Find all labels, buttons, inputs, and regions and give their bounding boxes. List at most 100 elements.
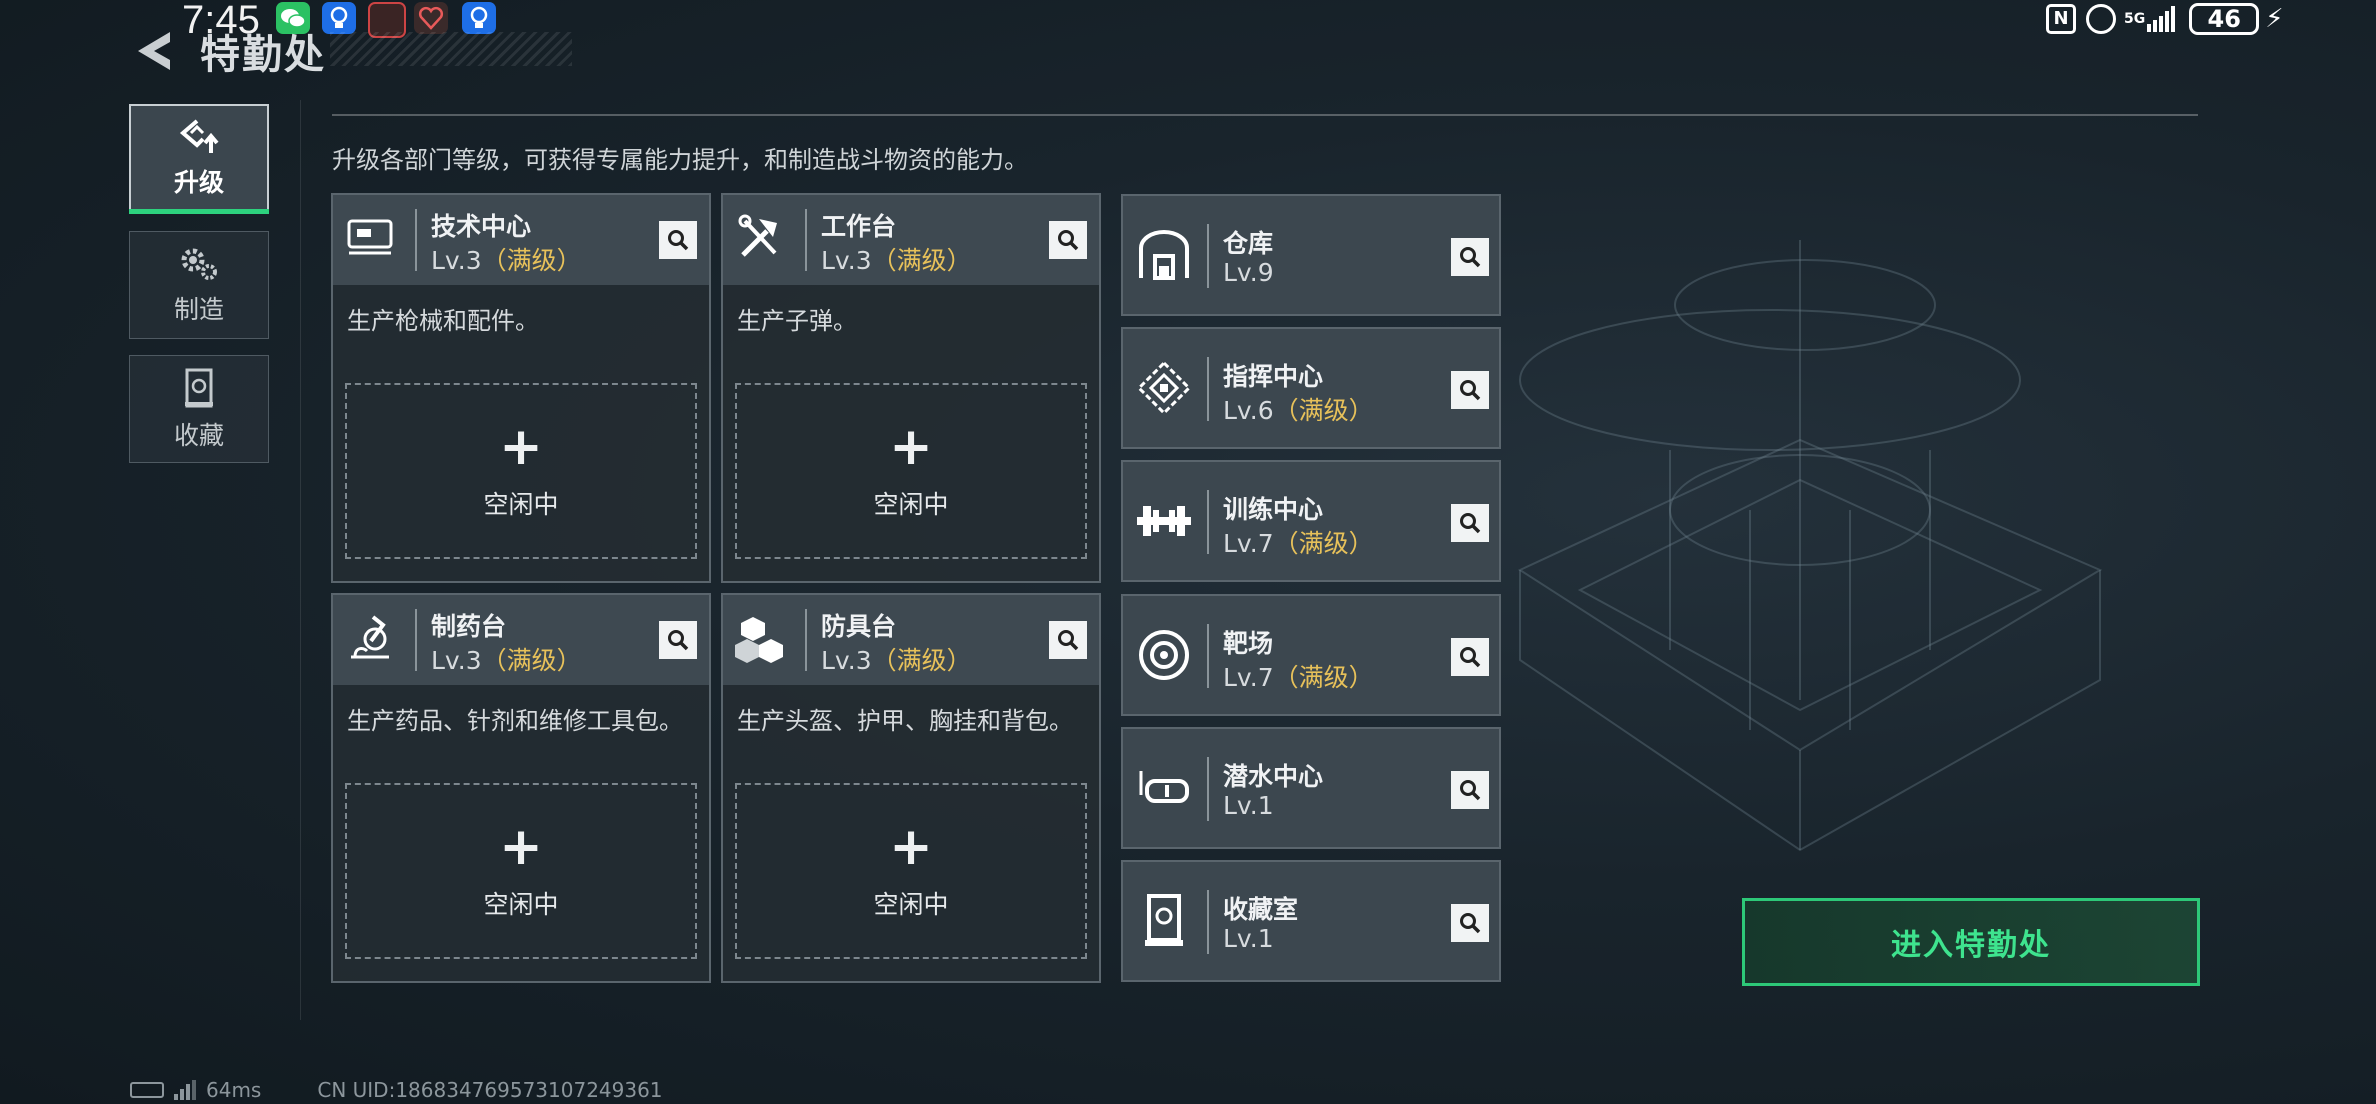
slot-status: 空闲中 bbox=[873, 490, 949, 519]
card-header: 制药台 Lv.3（满级） bbox=[333, 595, 709, 685]
enter-button-label: 进入特勤处 bbox=[1891, 928, 2051, 963]
magnifier-icon bbox=[668, 230, 689, 251]
workstation-name: 防具台 bbox=[821, 612, 897, 641]
workstation-description: 生产子弹。 bbox=[737, 307, 857, 335]
production-slot[interactable]: + 空闲中 bbox=[345, 783, 697, 959]
card-divider bbox=[415, 609, 417, 671]
level-value: Lv.7 bbox=[1223, 529, 1274, 558]
battery-level: 46 bbox=[2207, 5, 2241, 33]
facility-card-diving-center[interactable]: 潜水中心 Lv.1 bbox=[1121, 727, 1501, 849]
production-slot[interactable]: + 空闲中 bbox=[735, 383, 1087, 559]
facility-level: Lv.9 bbox=[1223, 258, 1274, 287]
magnifier-icon bbox=[668, 630, 689, 651]
details-button[interactable] bbox=[1049, 221, 1087, 259]
section-description: 升级各部门等级，可获得专属能力提升，和制造战斗物资的能力。 bbox=[332, 146, 1028, 174]
facility-card-command-center[interactable]: 指挥中心 Lv.6（满级） bbox=[1121, 327, 1501, 449]
facility-level: Lv.7（满级） bbox=[1223, 658, 1374, 694]
command-center-icon bbox=[1136, 360, 1192, 416]
add-icon: + bbox=[499, 817, 543, 877]
workstation-name: 技术中心 bbox=[431, 212, 532, 241]
add-icon: + bbox=[889, 817, 933, 877]
slot-status: 空闲中 bbox=[483, 490, 559, 519]
card-divider bbox=[1207, 357, 1209, 421]
gears-icon bbox=[181, 248, 217, 280]
workstation-card-workbench[interactable]: 工作台 Lv.3（满级） 生产子弹。 + 空闲中 bbox=[721, 193, 1101, 583]
tab-collection[interactable]: 收藏 bbox=[129, 355, 269, 463]
level-value: Lv.3 bbox=[821, 246, 872, 275]
details-button[interactable] bbox=[1451, 238, 1489, 276]
workbench-icon bbox=[738, 214, 777, 257]
enter-special-ops-button[interactable]: 进入特勤处 bbox=[1742, 898, 2200, 986]
details-button[interactable] bbox=[1451, 904, 1489, 942]
alarm-icon bbox=[2086, 4, 2116, 34]
facility-name: 训练中心 bbox=[1223, 495, 1324, 524]
details-button[interactable] bbox=[1451, 371, 1489, 409]
level-value: Lv.6 bbox=[1223, 396, 1274, 425]
workstation-card-tech-center[interactable]: 技术中心 Lv.3（满级） 生产枪械和配件。 + 空闲中 bbox=[331, 193, 711, 583]
level-value: Lv.7 bbox=[1223, 663, 1274, 692]
pharmacy-icon bbox=[351, 615, 389, 659]
slot-status: 空闲中 bbox=[483, 890, 559, 919]
max-level-tag: （满级） bbox=[871, 246, 972, 275]
details-button[interactable] bbox=[1049, 621, 1087, 659]
diving-center-icon bbox=[1139, 771, 1189, 803]
workstation-card-armor-bench[interactable]: 防具台 Lv.3（满级） 生产头盔、护甲、胸挂和背包。 + 空闲中 bbox=[721, 593, 1101, 983]
details-button[interactable] bbox=[1451, 504, 1489, 542]
title-decoration bbox=[330, 32, 572, 66]
heart-app-icon bbox=[414, 2, 448, 34]
production-slot[interactable]: + 空闲中 bbox=[735, 783, 1087, 959]
max-level-tag: （满级） bbox=[1273, 529, 1374, 558]
production-slot[interactable]: + 空闲中 bbox=[345, 383, 697, 559]
facility-level: Lv.7（满级） bbox=[1223, 524, 1374, 560]
warehouse-icon bbox=[1139, 230, 1189, 280]
card-divider bbox=[1207, 224, 1209, 288]
max-level-tag: （满级） bbox=[481, 246, 582, 275]
magnifier-icon bbox=[1460, 780, 1481, 801]
active-tab-indicator bbox=[129, 209, 269, 214]
bulb-app-icon bbox=[322, 2, 356, 34]
facility-card-warehouse[interactable]: 仓库 Lv.9 bbox=[1121, 194, 1501, 316]
details-button[interactable] bbox=[659, 621, 697, 659]
network-label: 5G bbox=[2124, 11, 2146, 27]
tab-craft[interactable]: 制造 bbox=[129, 231, 269, 339]
details-button[interactable] bbox=[1451, 771, 1489, 809]
workstation-card-pharmacy[interactable]: 制药台 Lv.3（满级） 生产药品、针剂和维修工具包。 + 空闲中 bbox=[331, 593, 711, 983]
workstation-level: Lv.3（满级） bbox=[431, 241, 582, 277]
tech-center-icon bbox=[347, 219, 393, 255]
bulb-app-icon-2 bbox=[462, 2, 496, 34]
shooting-range-icon bbox=[1139, 630, 1189, 680]
magnifier-icon bbox=[1460, 513, 1481, 534]
card-divider bbox=[805, 609, 807, 671]
status-icons: N 5G 46 ⚡ bbox=[2046, 2, 2284, 36]
level-value: Lv.3 bbox=[431, 246, 482, 275]
card-divider bbox=[805, 209, 807, 271]
facility-name: 潜水中心 bbox=[1223, 762, 1324, 791]
facility-blueprint-illustration bbox=[1517, 240, 2103, 852]
back-arrow-icon bbox=[138, 32, 170, 70]
facility-card-shooting-range[interactable]: 靶场 Lv.7（满级） bbox=[1121, 594, 1501, 716]
details-button[interactable] bbox=[659, 221, 697, 259]
tab-upgrade[interactable]: 升级 bbox=[129, 104, 269, 212]
card-divider bbox=[1207, 624, 1209, 688]
max-level-tag: （满级） bbox=[1273, 663, 1374, 692]
workstation-level: Lv.3（满级） bbox=[821, 241, 972, 277]
workstation-name: 工作台 bbox=[821, 212, 897, 241]
magnifier-icon bbox=[1460, 380, 1481, 401]
battery-small-icon bbox=[130, 1082, 164, 1098]
card-header: 技术中心 Lv.3（满级） bbox=[333, 195, 709, 285]
level-value: Lv.1 bbox=[1223, 924, 1274, 953]
tab-upgrade-label: 升级 bbox=[173, 168, 224, 197]
collection-icon bbox=[185, 368, 213, 408]
magnifier-icon bbox=[1460, 247, 1481, 268]
page-title: 特勤处 bbox=[200, 32, 326, 78]
facility-level: Lv.1 bbox=[1223, 924, 1274, 953]
signal-icon bbox=[2147, 6, 2176, 32]
details-button[interactable] bbox=[1451, 638, 1489, 676]
facility-card-collection-room[interactable]: 收藏室 Lv.1 bbox=[1121, 860, 1501, 982]
facility-name: 仓库 bbox=[1223, 229, 1274, 258]
card-header: 防具台 Lv.3（满级） bbox=[723, 595, 1099, 685]
facility-card-training-center[interactable]: 训练中心 Lv.7（满级） bbox=[1121, 460, 1501, 582]
upgrade-icon bbox=[179, 119, 219, 153]
back-button[interactable] bbox=[130, 26, 180, 76]
tab-craft-label: 制造 bbox=[173, 295, 224, 324]
